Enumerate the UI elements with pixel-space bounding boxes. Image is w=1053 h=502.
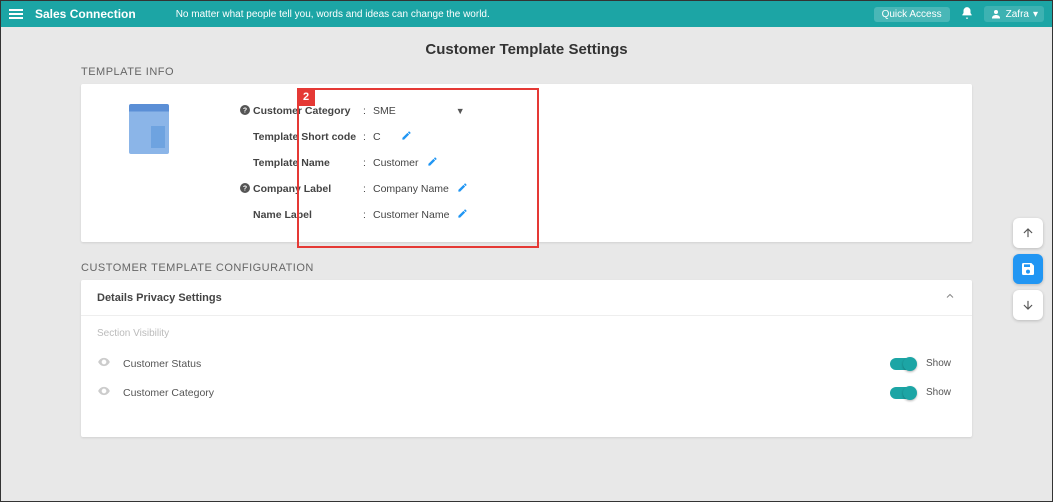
page-title: Customer Template Settings [1, 27, 1052, 66]
visibility-row-category: Customer Category Show [97, 378, 956, 407]
toggle-state: Show [926, 358, 956, 369]
template-info-card: 2 ? Customer Category : SME ▼ Template S… [81, 84, 972, 242]
help-icon[interactable]: ? [239, 104, 253, 119]
eye-icon [97, 384, 111, 401]
details-privacy-header[interactable]: Details Privacy Settings [81, 280, 972, 316]
save-button[interactable] [1013, 254, 1043, 284]
scroll-down-button[interactable] [1013, 290, 1043, 320]
visibility-row-status: Customer Status Show [97, 349, 956, 378]
panel-title: Details Privacy Settings [97, 292, 222, 304]
user-menu[interactable]: Zafra ▾ [984, 6, 1044, 22]
config-card: Details Privacy Settings Section Visibil… [81, 280, 972, 437]
user-name: Zafra [1006, 9, 1029, 20]
quick-access-button[interactable]: Quick Access [874, 7, 950, 22]
toggle-state: Show [926, 387, 956, 398]
visibility-name: Customer Status [123, 358, 890, 370]
highlight-box [297, 88, 539, 248]
menu-button[interactable] [9, 9, 23, 19]
brand: Sales Connection [35, 7, 136, 21]
chevron-up-icon [944, 290, 956, 305]
help-icon[interactable]: ? [239, 182, 253, 197]
config-label: CUSTOMER TEMPLATE CONFIGURATION [81, 262, 972, 274]
svg-text:?: ? [243, 107, 247, 114]
svg-text:?: ? [243, 185, 247, 192]
user-icon [990, 8, 1002, 20]
bell-icon[interactable] [960, 6, 974, 23]
toggle-customer-status[interactable] [890, 358, 916, 370]
scroll-up-button[interactable] [1013, 218, 1043, 248]
toggle-customer-category[interactable] [890, 387, 916, 399]
template-info-label: TEMPLATE INFO [81, 66, 972, 78]
visibility-name: Customer Category [123, 387, 890, 399]
section-visibility-label: Section Visibility [97, 328, 956, 339]
eye-icon [97, 355, 111, 372]
step-badge: 2 [297, 88, 315, 106]
document-icon [129, 104, 169, 154]
chevron-down-icon: ▾ [1033, 9, 1038, 20]
tagline: No matter what people tell you, words an… [176, 9, 874, 20]
